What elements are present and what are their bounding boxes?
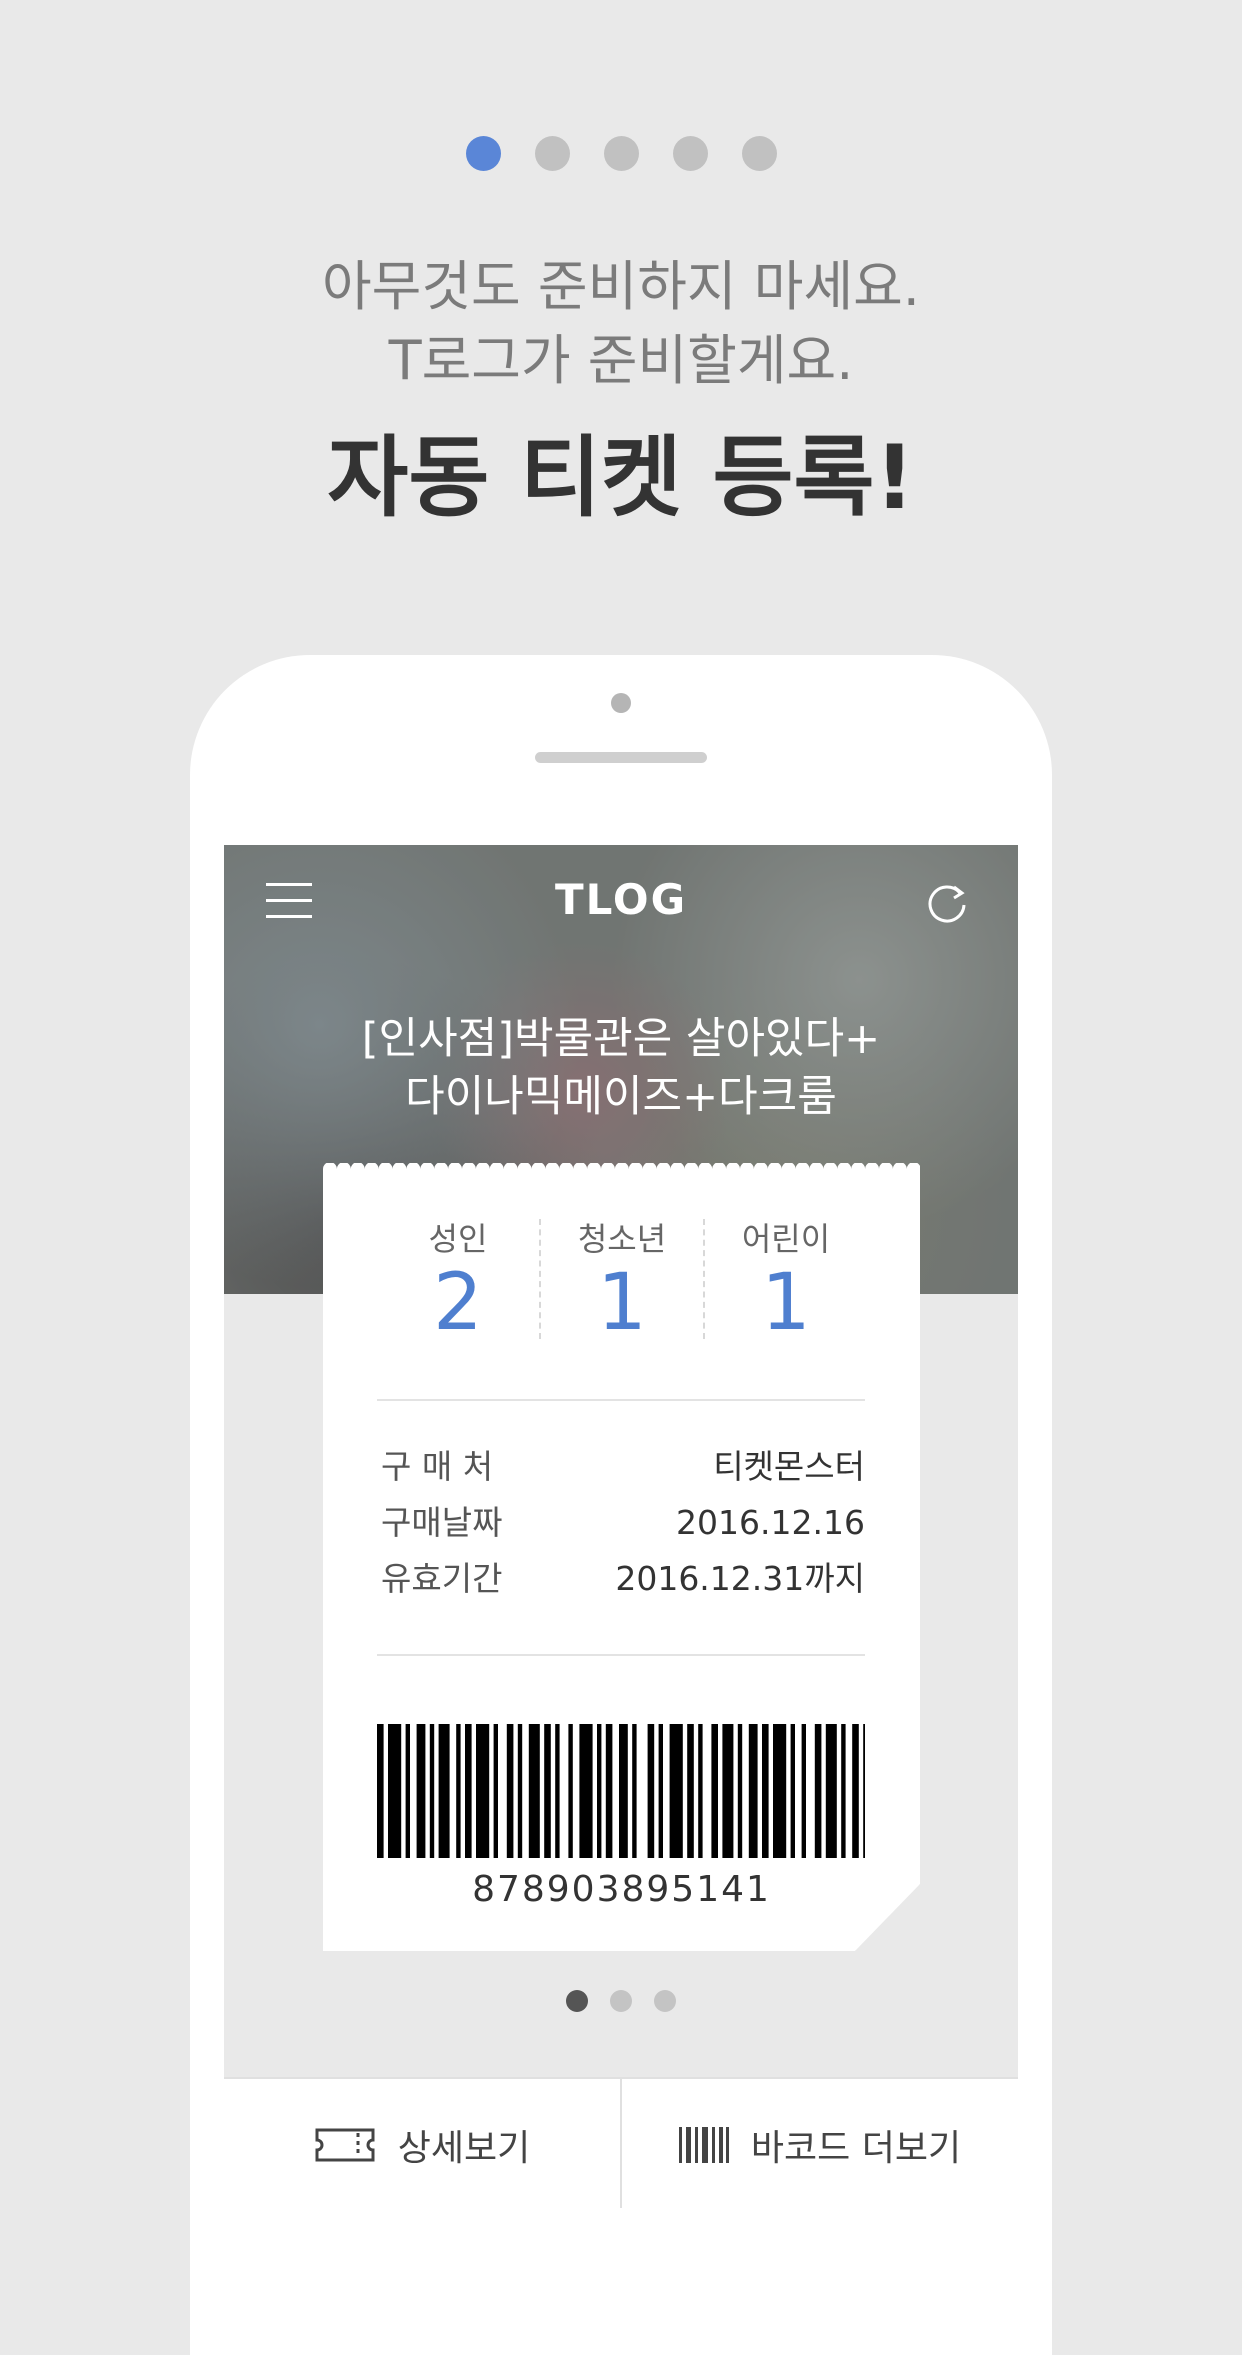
phone-camera bbox=[611, 693, 631, 713]
count-value: 1 bbox=[597, 1258, 647, 1348]
app-screen: TLOG [인사점]박물관은 살아있다+ 다이나믹메이즈+다크룸 성인 2 청소… bbox=[224, 845, 1018, 2208]
info-value: 2016.12.31까지 bbox=[615, 1559, 865, 1598]
page-dot-4[interactable] bbox=[672, 136, 708, 171]
barcode bbox=[377, 1724, 865, 1858]
count-value: 2 bbox=[433, 1258, 483, 1348]
detail-button[interactable]: 상세보기 bbox=[224, 2079, 620, 2208]
ticket-info: 구 매 처 티켓몬스터 구매날짜 2016.12.16 유효기간 2016.12… bbox=[381, 1439, 865, 1607]
count-youth: 청소년 1 bbox=[539, 1219, 703, 1343]
barcode-icon bbox=[678, 2126, 729, 2163]
subtitle-line-1: 아무것도 준비하지 마세요. bbox=[322, 255, 920, 318]
info-row-seller: 구 매 처 티켓몬스터 bbox=[381, 1439, 865, 1495]
phone-speaker bbox=[535, 752, 707, 763]
count-value: 1 bbox=[761, 1258, 811, 1348]
page-dot-3[interactable] bbox=[603, 136, 639, 171]
count-label: 청소년 bbox=[577, 1220, 667, 1258]
barcode-more-label: 바코드 더보기 bbox=[750, 2127, 962, 2169]
barcode-number: 878903895141 bbox=[472, 1869, 771, 1910]
carousel-dot-3[interactable] bbox=[654, 1990, 676, 2012]
count-label: 어린이 bbox=[741, 1220, 831, 1258]
ticket-card[interactable]: 성인 2 청소년 1 어린이 1 구 매 처 티켓몬스터 구매날짜 2016.1… bbox=[323, 1169, 920, 1951]
event-title-line-2: 다이나믹메이즈+다크룸 bbox=[405, 1072, 837, 1122]
info-row-purchase-date: 구매날짜 2016.12.16 bbox=[381, 1495, 865, 1551]
ticket-perforation bbox=[323, 1163, 920, 1175]
onboarding-headline: 아무것도 준비하지 마세요. T로그가 준비할게요. 자동 티켓 등록! bbox=[0, 250, 1242, 528]
page-dot-1[interactable] bbox=[465, 136, 501, 171]
count-label: 성인 bbox=[428, 1220, 488, 1258]
info-label: 구 매 처 bbox=[381, 1447, 494, 1486]
count-child: 어린이 1 bbox=[703, 1219, 867, 1343]
detail-button-label: 상세보기 bbox=[397, 2127, 531, 2169]
ticket-carousel-indicator bbox=[224, 1990, 1018, 2012]
event-title-line-1: [인사점]박물관은 살아있다+ bbox=[361, 1014, 881, 1064]
info-value: 2016.12.16 bbox=[676, 1503, 865, 1542]
info-row-valid-until: 유효기간 2016.12.31까지 bbox=[381, 1551, 865, 1607]
app-title: TLOG bbox=[554, 875, 688, 924]
carousel-dot-2[interactable] bbox=[610, 1990, 632, 2012]
ticket-icon bbox=[315, 2128, 375, 2161]
ticket-counts: 성인 2 청소년 1 어린이 1 bbox=[377, 1219, 867, 1343]
page-indicator bbox=[0, 136, 1242, 176]
refresh-icon[interactable] bbox=[924, 879, 970, 925]
event-title: [인사점]박물관은 살아있다+ 다이나믹메이즈+다크룸 bbox=[224, 1010, 1018, 1126]
page-dot-2[interactable] bbox=[534, 136, 570, 171]
info-label: 구매날짜 bbox=[381, 1503, 503, 1542]
divider bbox=[377, 1399, 865, 1401]
onboarding-title: 자동 티켓 등록! bbox=[327, 426, 915, 529]
phone-mockup: TLOG [인사점]박물관은 살아있다+ 다이나믹메이즈+다크룸 성인 2 청소… bbox=[190, 655, 1052, 2355]
subtitle-line-2: T로그가 준비할게요. bbox=[388, 329, 854, 392]
divider bbox=[377, 1654, 865, 1656]
carousel-dot-1[interactable] bbox=[566, 1990, 588, 2012]
bottom-action-bar: 상세보기 바코드 더보기 bbox=[224, 2077, 1018, 2208]
barcode-more-button[interactable]: 바코드 더보기 bbox=[620, 2079, 1018, 2208]
count-adult: 성인 2 bbox=[377, 1219, 539, 1343]
info-label: 유효기간 bbox=[381, 1559, 503, 1598]
page-dot-5[interactable] bbox=[741, 136, 777, 171]
info-value: 티켓몬스터 bbox=[713, 1447, 865, 1486]
